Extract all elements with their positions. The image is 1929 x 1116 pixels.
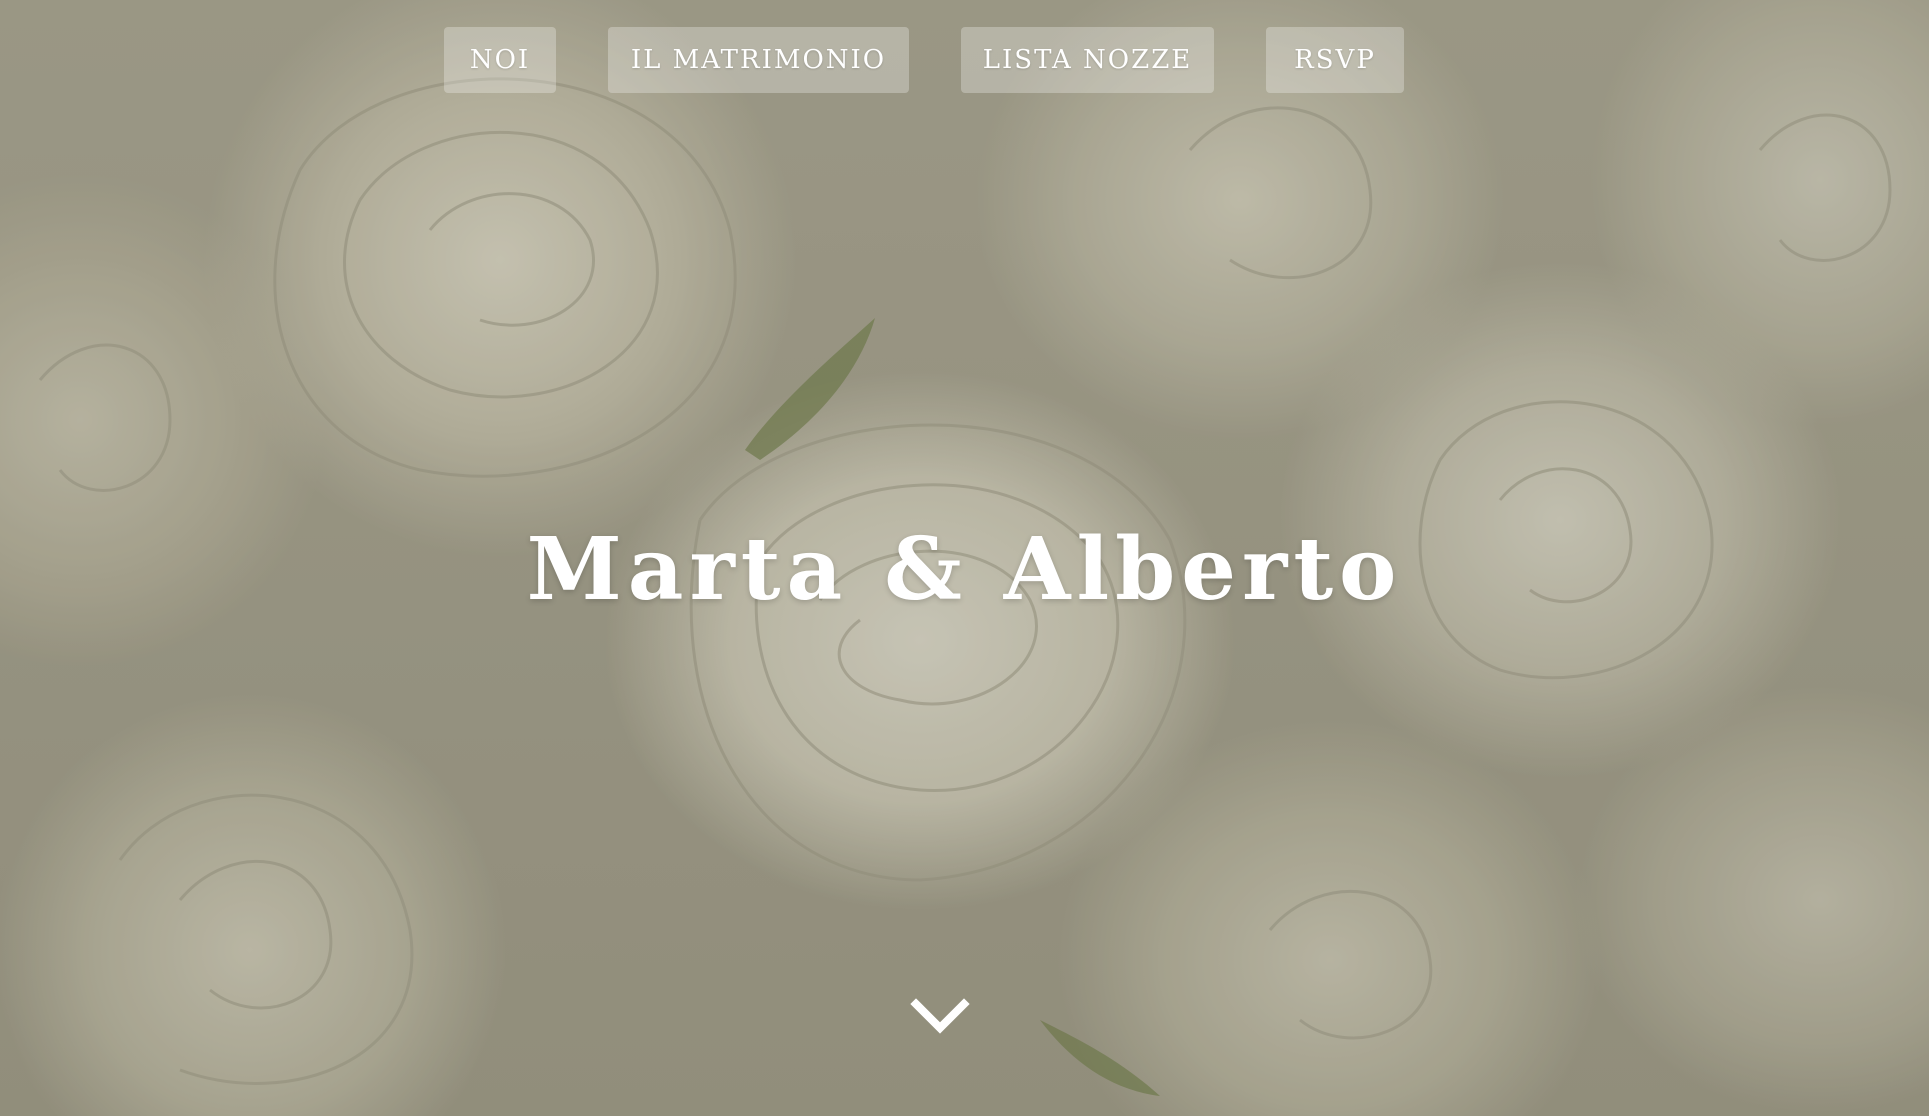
main-nav: NOI IL MATRIMONIO LISTA NOZZE RSVP	[0, 27, 1929, 93]
nav-item-rsvp[interactable]: RSVP	[1266, 27, 1404, 93]
nav-item-lista-nozze[interactable]: LISTA NOZZE	[961, 27, 1214, 93]
nav-item-noi[interactable]: NOI	[444, 27, 556, 93]
chevron-down-icon	[910, 998, 970, 1034]
nav-item-il-matrimonio[interactable]: IL MATRIMONIO	[608, 27, 909, 93]
hero-section: NOI IL MATRIMONIO LISTA NOZZE RSVP Marta…	[0, 0, 1929, 1116]
couple-names-title: Marta & Alberto	[526, 519, 1403, 620]
scroll-down-button[interactable]	[910, 996, 970, 1040]
